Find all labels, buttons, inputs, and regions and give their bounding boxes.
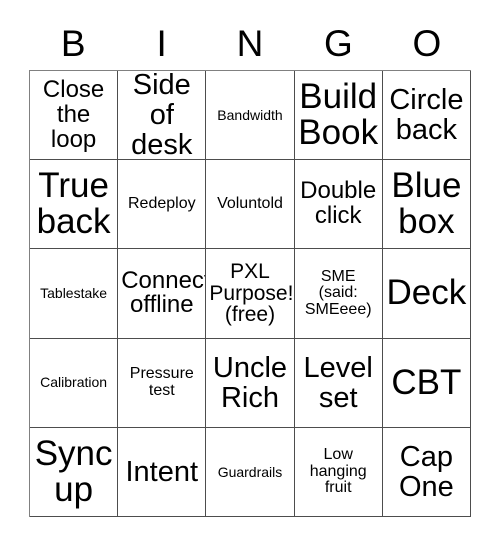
- bingo-cell-label: Circle back: [389, 83, 464, 147]
- bingo-cell-r2c1[interactable]: True back: [30, 160, 119, 250]
- bingo-cell-r5c2[interactable]: Intent: [118, 427, 207, 517]
- bingo-cell-r5c4[interactable]: Low hanging fruit: [294, 427, 383, 517]
- bingo-cell-label: PXL Purpose! (free): [209, 259, 294, 327]
- bingo-cell-label: Level set: [303, 351, 373, 414]
- bingo-cell-r5c3[interactable]: Guardrails: [206, 427, 295, 517]
- bingo-cell-label: Bandwidth: [217, 106, 283, 123]
- bingo-cell-r2c2[interactable]: Redeploy: [118, 160, 207, 250]
- bingo-cell-label: CBT: [391, 362, 462, 402]
- bingo-cell-r2c5[interactable]: Blue box: [382, 160, 471, 250]
- bingo-cell-label: Low hanging fruit: [309, 445, 367, 497]
- bingo-cell-label: Redeploy: [127, 194, 196, 212]
- bingo-cell-label: True back: [36, 165, 111, 242]
- bingo-cell-r4c1[interactable]: Calibration: [30, 338, 119, 428]
- bingo-cell-r3c3[interactable]: PXL Purpose! (free): [206, 249, 295, 339]
- bingo-cell-r1c4[interactable]: Build Book: [294, 71, 383, 161]
- bingo-cell-r4c4[interactable]: Level set: [294, 338, 383, 428]
- bingo-cell-r5c1[interactable]: Sync up: [30, 427, 119, 517]
- bingo-cell-label: Uncle Rich: [212, 351, 288, 414]
- bingo-cell-label: Double click: [300, 177, 377, 230]
- bingo-cell-label: Side of desk: [131, 71, 193, 161]
- bingo-grid: Close the loop Side of desk Bandwidth Build…: [29, 70, 471, 517]
- bingo-cell-r2c4[interactable]: Double click: [294, 160, 383, 250]
- bingo-cell-r1c3[interactable]: Bandwidth: [206, 71, 295, 161]
- bingo-header-letter-n: N: [236, 22, 264, 64]
- bingo-cell-label: SME (said: SMEeee): [304, 267, 372, 318]
- bingo-header-letter-g: G: [324, 22, 353, 64]
- bingo-cell-r4c2[interactable]: Pressure test: [118, 338, 207, 428]
- bingo-cell-label: Build Book: [298, 76, 379, 153]
- bingo-cell-r3c2[interactable]: Connect offline: [118, 249, 207, 339]
- bingo-cell-label: Pressure test: [129, 365, 194, 399]
- bingo-header-row: B I N G O: [29, 16, 471, 70]
- bingo-cell-r3c5[interactable]: Deck: [382, 249, 471, 339]
- bingo-cell-r1c2[interactable]: Side of desk: [118, 71, 207, 161]
- bingo-cell-r4c5[interactable]: CBT: [382, 338, 471, 428]
- bingo-cell-label: Deck: [386, 273, 467, 313]
- bingo-cell-r3c1[interactable]: Tablestake: [30, 249, 119, 339]
- bingo-cell-label: Connect offline: [121, 266, 207, 319]
- bingo-cell-label: Calibration: [40, 374, 108, 391]
- bingo-cell-r1c1[interactable]: Close the loop: [30, 71, 119, 161]
- bingo-cell-r3c4[interactable]: SME (said: SMEeee): [294, 249, 383, 339]
- bingo-cell-r1c5[interactable]: Circle back: [382, 71, 471, 161]
- bingo-cell-r2c3[interactable]: Voluntold: [206, 160, 295, 250]
- bingo-cell-label: Cap One: [398, 440, 454, 503]
- bingo-cell-label: Voluntold: [217, 194, 283, 212]
- bingo-cell-label: Guardrails: [217, 463, 283, 480]
- bingo-header-letter-i: I: [156, 22, 167, 64]
- bingo-cell-r5c5[interactable]: Cap One: [382, 427, 471, 517]
- bingo-cell-label: Intent: [125, 455, 199, 488]
- bingo-cell-label: Blue box: [391, 165, 462, 242]
- bingo-card: B I N G O Close the loop Side of desk Band…: [0, 0, 500, 544]
- bingo-cell-r4c3[interactable]: Uncle Rich: [206, 338, 295, 428]
- bingo-cell-label: Tablestake: [40, 285, 108, 302]
- bingo-cell-label: Close the loop: [42, 75, 105, 153]
- bingo-header-letter-b: B: [60, 22, 86, 64]
- bingo-cell-label: Sync up: [34, 433, 113, 509]
- bingo-header-letter-o: O: [412, 22, 442, 64]
